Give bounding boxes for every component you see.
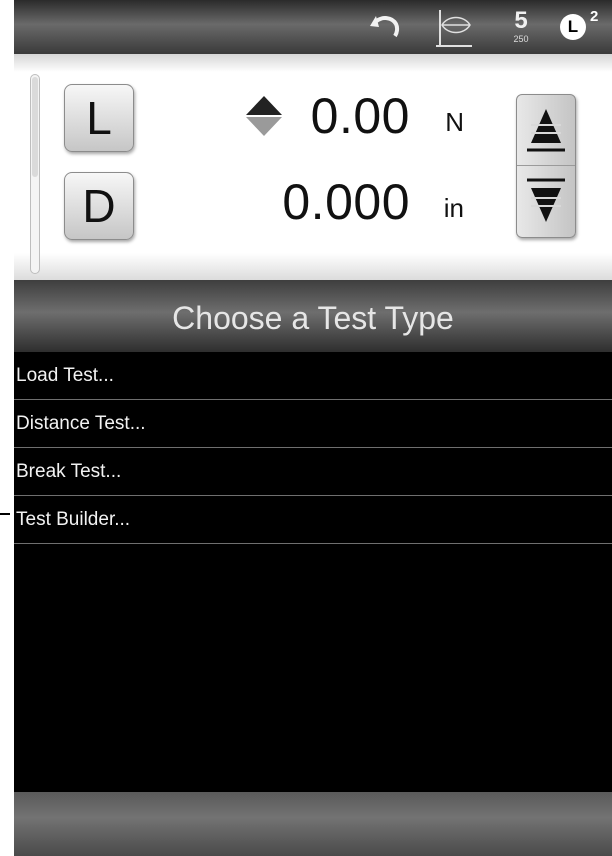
view-icon[interactable] bbox=[434, 8, 474, 50]
readout-scrollbar[interactable] bbox=[30, 74, 40, 274]
jog-up-button[interactable] bbox=[517, 95, 575, 165]
load-channel-icon[interactable]: L bbox=[560, 14, 586, 40]
direction-arrows-icon bbox=[244, 94, 284, 138]
distance-value: 0.000 bbox=[282, 174, 410, 230]
page-marker bbox=[0, 513, 10, 515]
menu-title: Choose a Test Type bbox=[14, 280, 612, 352]
load-unit: N bbox=[445, 107, 464, 137]
speed-setting-icon[interactable]: 5 250 bbox=[506, 8, 536, 50]
menu-item-distance-test[interactable]: Distance Test... bbox=[14, 400, 612, 448]
distance-button[interactable]: D bbox=[64, 172, 134, 240]
menu-item-load-test[interactable]: Load Test... bbox=[14, 352, 612, 400]
channel-number: 2 bbox=[590, 8, 599, 25]
readout-panel: L D 0.00 N 0.000 in bbox=[14, 54, 612, 280]
undo-icon[interactable] bbox=[366, 8, 404, 44]
jog-down-button[interactable] bbox=[517, 166, 575, 236]
load-readout: 0.00 N bbox=[244, 86, 464, 146]
scrollbar-thumb[interactable] bbox=[32, 77, 38, 177]
menu-item-test-builder[interactable]: Test Builder... bbox=[14, 496, 612, 544]
load-value: 0.00 bbox=[310, 88, 410, 144]
top-toolbar: 5 250 L 2 bbox=[14, 0, 612, 54]
speed-sub-value: 250 bbox=[513, 34, 529, 44]
menu-item-break-test[interactable]: Break Test... bbox=[14, 448, 612, 496]
distance-unit: in bbox=[443, 193, 464, 223]
distance-readout: 0.000 in bbox=[244, 172, 464, 232]
jog-control bbox=[516, 94, 576, 238]
load-button[interactable]: L bbox=[64, 84, 134, 152]
bottom-toolbar bbox=[14, 792, 612, 856]
device-screen: 5 250 L 2 L D 0.00 N 0.000 in Choose a T… bbox=[14, 0, 612, 856]
speed-value: 5 bbox=[514, 7, 528, 34]
test-type-menu: Load Test... Distance Test... Break Test… bbox=[14, 352, 612, 544]
